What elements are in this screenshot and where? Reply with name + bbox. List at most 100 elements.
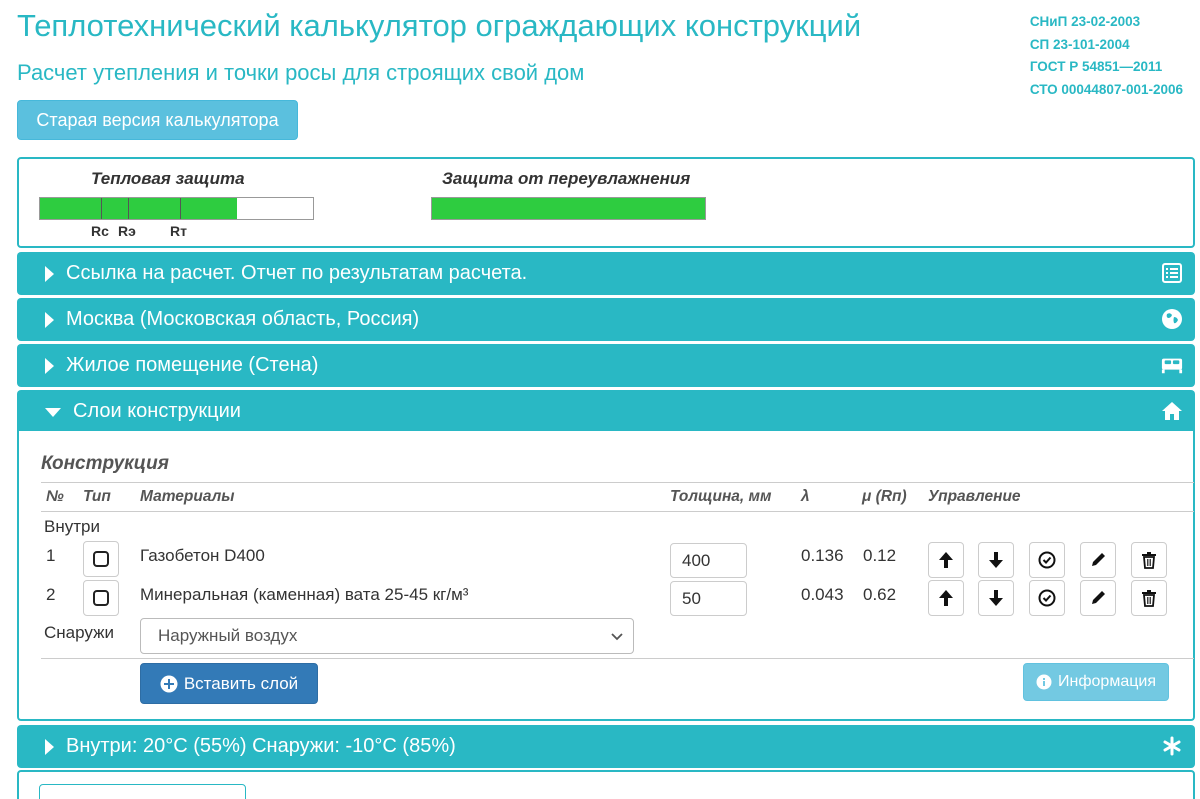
list-icon xyxy=(1161,262,1183,284)
column-header-type: Тип xyxy=(83,488,111,505)
arrow-down-icon xyxy=(989,590,1003,606)
accordion-label: Ссылка на расчет. Отчет по результатам р… xyxy=(66,262,528,284)
marker-rt-label: Rт xyxy=(170,223,187,239)
thermal-protection-bar xyxy=(39,197,314,220)
marker-rc-label: Rc xyxy=(91,223,109,239)
accordion-room-type[interactable]: Жилое помещение (Стена) xyxy=(17,344,1195,387)
bed-icon xyxy=(1161,354,1183,376)
outside-environment-select[interactable]: Наружный воздух xyxy=(140,618,634,654)
page-subtitle: Расчет утепления и точки росы для строящ… xyxy=(17,60,585,85)
outside-label: Снаружи xyxy=(44,623,114,642)
pencil-icon xyxy=(1092,591,1105,604)
layer-num: 2 xyxy=(46,585,56,604)
norm-item: СНиП 23-02-2003 xyxy=(1029,14,1141,29)
inside-label: Внутри xyxy=(44,517,100,536)
select-layer-button[interactable] xyxy=(1029,542,1065,578)
moisture-protection-title: Защита от переувлажнения xyxy=(442,169,691,188)
layer-num: 1 xyxy=(46,546,56,565)
accordion-label: Жилое помещение (Стена) xyxy=(66,354,319,376)
norm-item: СТО 00044807-001-2006 xyxy=(1029,81,1183,97)
old-version-button[interactable]: Старая версия калькулятора xyxy=(17,100,298,140)
check-circle-icon xyxy=(1038,551,1056,569)
move-down-button[interactable] xyxy=(978,580,1014,616)
square-icon xyxy=(93,551,109,567)
column-header-materials: Материалы xyxy=(140,488,235,505)
thermal-bar-fill xyxy=(40,198,237,219)
pencil-icon xyxy=(1092,553,1105,566)
column-header-num: № xyxy=(46,488,64,505)
norm-item: ГОСТ Р 54851—2011 xyxy=(1029,59,1163,74)
square-icon xyxy=(93,590,109,606)
caret-right-icon xyxy=(45,738,54,755)
layer-thickness-input[interactable]: 50 xyxy=(670,581,747,616)
insert-layer-label: Вставить слой xyxy=(183,673,299,693)
trash-icon xyxy=(1142,590,1156,607)
edit-layer-button[interactable] xyxy=(1080,580,1116,616)
arrow-down-icon xyxy=(989,552,1003,568)
marker-rc-tick xyxy=(101,198,102,219)
layer-type-button[interactable] xyxy=(83,580,119,616)
page-title: Теплотехнический калькулятор ограждающих… xyxy=(17,8,862,43)
layer-lambda: 0.043 xyxy=(801,585,844,604)
column-header-controls: Управление xyxy=(928,488,1021,505)
plus-circle-icon xyxy=(160,675,178,692)
layer-mu: 0.12 xyxy=(863,546,897,565)
caret-right-icon xyxy=(45,265,54,282)
indicator-panel: Тепловая защита Rc Rэ Rт Защита от переу… xyxy=(17,157,1195,248)
home-icon xyxy=(1161,400,1183,422)
accordion-label: Внутри: 20°C (55%) Снаружи: -10°C (85%) xyxy=(66,735,456,757)
marker-rt-tick xyxy=(180,198,181,219)
move-down-button[interactable] xyxy=(978,542,1014,578)
column-header-thickness: Толщина, мм xyxy=(670,488,772,505)
move-up-button[interactable] xyxy=(928,580,964,616)
arrow-up-icon xyxy=(939,552,953,568)
thermal-protection-title: Тепловая защита xyxy=(91,169,245,188)
column-header-lambda: λ xyxy=(801,488,810,505)
accordion-label: Москва (Московская область, Россия) xyxy=(66,308,420,330)
bottom-panel-box xyxy=(39,784,246,799)
delete-layer-button[interactable] xyxy=(1131,580,1167,616)
norms-list: СНиП 23-02-2003 СП 23-101-2004 ГОСТ Р 54… xyxy=(1030,11,1183,101)
globe-icon xyxy=(1161,308,1183,330)
divider xyxy=(41,658,1194,659)
layer-lambda: 0.136 xyxy=(801,546,844,565)
column-header-mu: μ (Rп) xyxy=(862,488,907,505)
move-up-button[interactable] xyxy=(928,542,964,578)
marker-re-tick xyxy=(128,198,129,219)
edit-layer-button[interactable] xyxy=(1080,542,1116,578)
divider xyxy=(41,511,1194,512)
snowflake-icon xyxy=(1161,735,1183,757)
accordion-climate[interactable]: Внутри: 20°C (55%) Снаружи: -10°C (85%) xyxy=(17,725,1195,768)
layers-panel: Конструкция № Тип Материалы Толщина, мм … xyxy=(17,431,1195,721)
norm-item: СП 23-101-2004 xyxy=(1029,36,1130,52)
layer-thickness-input[interactable]: 400 xyxy=(670,543,747,578)
delete-layer-button[interactable] xyxy=(1131,542,1167,578)
information-label: Информация xyxy=(1058,673,1156,690)
marker-re-label: Rэ xyxy=(118,223,136,239)
moisture-bar-fill xyxy=(432,198,705,219)
bottom-panel xyxy=(17,770,1195,799)
accordion-report-link[interactable]: Ссылка на расчет. Отчет по результатам р… xyxy=(17,252,1195,295)
check-circle-icon xyxy=(1038,589,1056,607)
layer-mu: 0.62 xyxy=(863,585,897,604)
layer-material[interactable]: Минеральная (каменная) вата 25-45 кг/м³ xyxy=(140,585,468,605)
insert-layer-button[interactable]: Вставить слой xyxy=(140,663,318,704)
accordion-layers[interactable]: Слои конструкции xyxy=(17,390,1195,433)
caret-down-icon xyxy=(45,408,61,417)
layer-type-button[interactable] xyxy=(83,541,119,577)
arrow-up-icon xyxy=(939,590,953,606)
chevron-down-icon xyxy=(611,633,623,641)
caret-right-icon xyxy=(45,311,54,328)
information-button[interactable]: Информация xyxy=(1023,663,1169,701)
select-value: Наружный воздух xyxy=(158,626,298,645)
layer-material[interactable]: Газобетон D400 xyxy=(140,546,265,566)
divider xyxy=(41,482,1194,483)
trash-icon xyxy=(1142,552,1156,569)
moisture-protection-bar xyxy=(431,197,706,220)
caret-right-icon xyxy=(45,357,54,374)
accordion-label: Слои конструкции xyxy=(73,400,241,422)
accordion-location[interactable]: Москва (Московская область, Россия) xyxy=(17,298,1195,341)
select-layer-button[interactable] xyxy=(1029,580,1065,616)
info-circle-icon xyxy=(1036,674,1052,690)
construction-title: Конструкция xyxy=(41,453,169,474)
